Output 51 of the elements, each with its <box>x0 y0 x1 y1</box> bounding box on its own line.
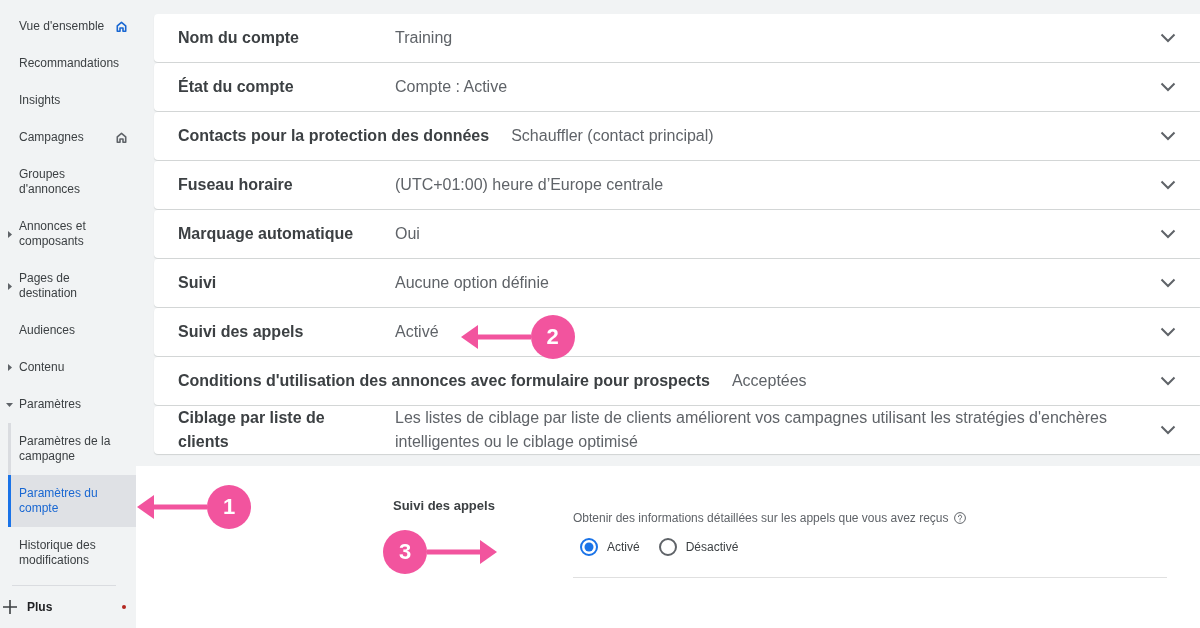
settings-row[interactable]: Marquage automatique Oui <box>154 210 1200 258</box>
nav-item[interactable]: Annonces et composants <box>0 208 136 260</box>
more-button[interactable]: Plus <box>0 586 136 628</box>
setting-label: Conditions d'utilisation des annonces avec formulaire pour prospects <box>178 371 710 391</box>
arrow-left-icon <box>460 324 531 350</box>
setting-label: État du compte <box>178 76 295 97</box>
settings-row[interactable]: État du compte Compte : Active <box>154 63 1200 111</box>
setting-label: Suivi des appels <box>178 322 305 342</box>
setting-value: Activé <box>395 322 439 342</box>
setting-label: Marquage automatique <box>178 224 355 244</box>
section-title: Suivi des appels <box>393 498 495 514</box>
arrow-left-icon <box>137 494 207 520</box>
step-marker: 3 <box>383 530 427 574</box>
setting-value: Training <box>395 28 453 48</box>
nav-item[interactable]: Paramètres du compte <box>8 475 136 527</box>
nav-item[interactable]: Audiences <box>0 312 136 349</box>
setting-label: Fuseau horaire <box>178 175 294 195</box>
setting-value: Aucune option définie <box>395 273 549 293</box>
step-marker: 2 <box>530 315 575 359</box>
radio-option[interactable]: Activé <box>580 537 640 557</box>
settings-row[interactable]: Contacts pour la protection des données Schauffler (contact principal) <box>154 112 1200 160</box>
setting-value: Compte : Active <box>395 77 508 97</box>
setting-value: Schauffler (contact principal) <box>511 126 714 146</box>
setting-label: Contacts pour la protection des données <box>178 126 490 146</box>
help-icon[interactable] <box>953 512 966 524</box>
setting-label: Nom du compte <box>178 28 300 48</box>
nav-item[interactable]: Pages de destination <box>0 260 136 312</box>
arrow-right-icon <box>427 539 497 565</box>
settings-row[interactable]: Suivi des appels Activé 2 <box>154 308 1200 356</box>
nav-item[interactable]: Vue d'ensemble <box>0 8 136 45</box>
setting-label: Ciblage par liste de clients <box>178 408 326 452</box>
setting-value: Acceptées <box>731 371 807 391</box>
setting-value: Oui <box>395 224 420 244</box>
nav-item[interactable]: Historique des modifications <box>0 527 136 579</box>
setting-label: Suivi <box>178 273 218 293</box>
settings-row[interactable]: Conditions d'utilisation des annonces avec formulaire pour prospects Acceptées <box>154 357 1200 405</box>
radio-option[interactable]: Désactivé <box>658 537 739 557</box>
setting-value: (UTC+01:00) heure d’Europe centrale <box>395 175 664 195</box>
nav-item[interactable]: Insights <box>0 82 136 119</box>
description-text: Obtenir des informations détaillées sur les appels que vous avez reçus <box>573 510 949 526</box>
plus-icon <box>3 600 17 614</box>
settings-row[interactable]: Suivi Aucune option définie <box>154 259 1200 307</box>
nav-item[interactable]: Campagnes <box>0 119 136 156</box>
nav-item[interactable]: Groupes d'annonces <box>0 156 136 208</box>
nav-item[interactable]: Contenu <box>0 349 136 386</box>
settings-row[interactable]: Nom du compte Training <box>154 14 1200 62</box>
nav-item[interactable]: Recommandations <box>0 45 136 82</box>
nav-item[interactable]: Paramètres <box>0 386 136 423</box>
settings-row[interactable]: Fuseau horaire (UTC+01:00) heure d’Europe centrale <box>154 161 1200 209</box>
settings-row[interactable]: Ciblage par liste de clients Les listes de ciblage par liste de clients améliorent vos campagnes utilisant les stratégies d'enchères intelligentes ou le ciblage optimisé <box>154 406 1200 454</box>
setting-value: Les listes de ciblage par liste de clients améliorent vos campagnes utilisant les stratégies d'enchères intelligentes ou le ciblage optimisé <box>395 408 1108 452</box>
